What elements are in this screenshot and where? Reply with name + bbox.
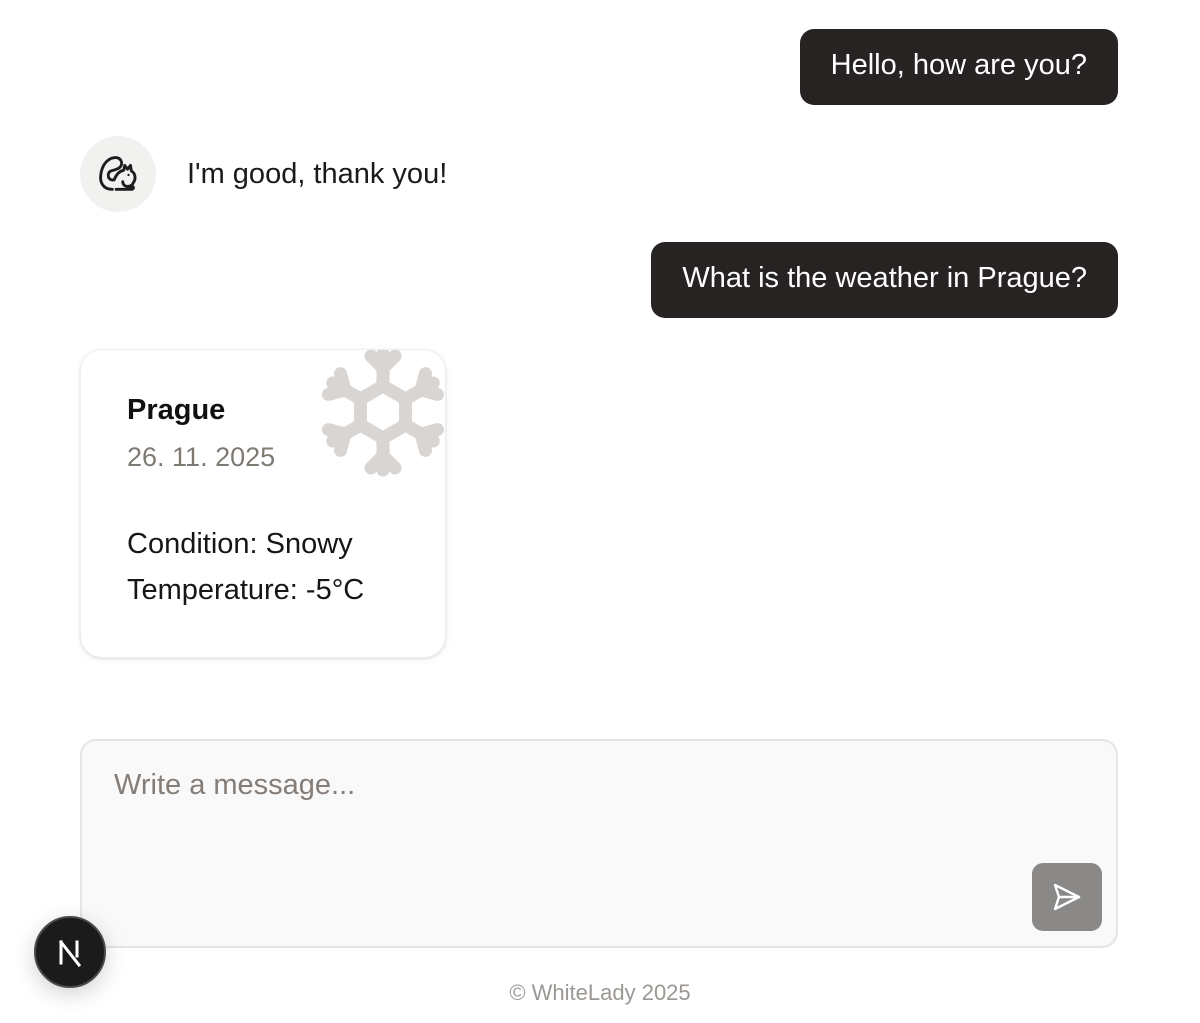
nextjs-icon (58, 939, 82, 967)
assistant-message-text: I'm good, thank you! (187, 157, 448, 190)
nextjs-dev-badge[interactable] (34, 916, 106, 988)
user-message-text: What is the weather in Prague? (682, 262, 1087, 294)
squirrel-icon (99, 156, 137, 191)
user-message-text: Hello, how are you? (830, 49, 1087, 81)
send-icon (1053, 883, 1081, 911)
weather-date: 26. 11. 2025 (127, 442, 276, 472)
snowflake-icon (317, 350, 446, 478)
user-message-bubble: Hello, how are you? (799, 29, 1118, 105)
assistant-avatar (80, 136, 156, 212)
assistant-message: I'm good, thank you! (80, 136, 447, 212)
weather-card: Prague 26. 11. 2025 Condition: Snowy Tem… (80, 349, 446, 658)
message-composer (80, 739, 1118, 948)
user-message-bubble: What is the weather in Prague? (651, 242, 1118, 318)
send-button[interactable] (1032, 863, 1102, 931)
chat-page: Hello, how are you? I'm good, thank you!… (0, 0, 1200, 1023)
weather-city: Prague (127, 394, 226, 426)
footer-copyright: © WhiteLady 2025 (509, 980, 691, 1005)
weather-condition: Condition: Snowy (127, 528, 353, 560)
weather-temperature: Temperature: -5°C (127, 574, 365, 606)
message-input[interactable] (114, 769, 1014, 889)
